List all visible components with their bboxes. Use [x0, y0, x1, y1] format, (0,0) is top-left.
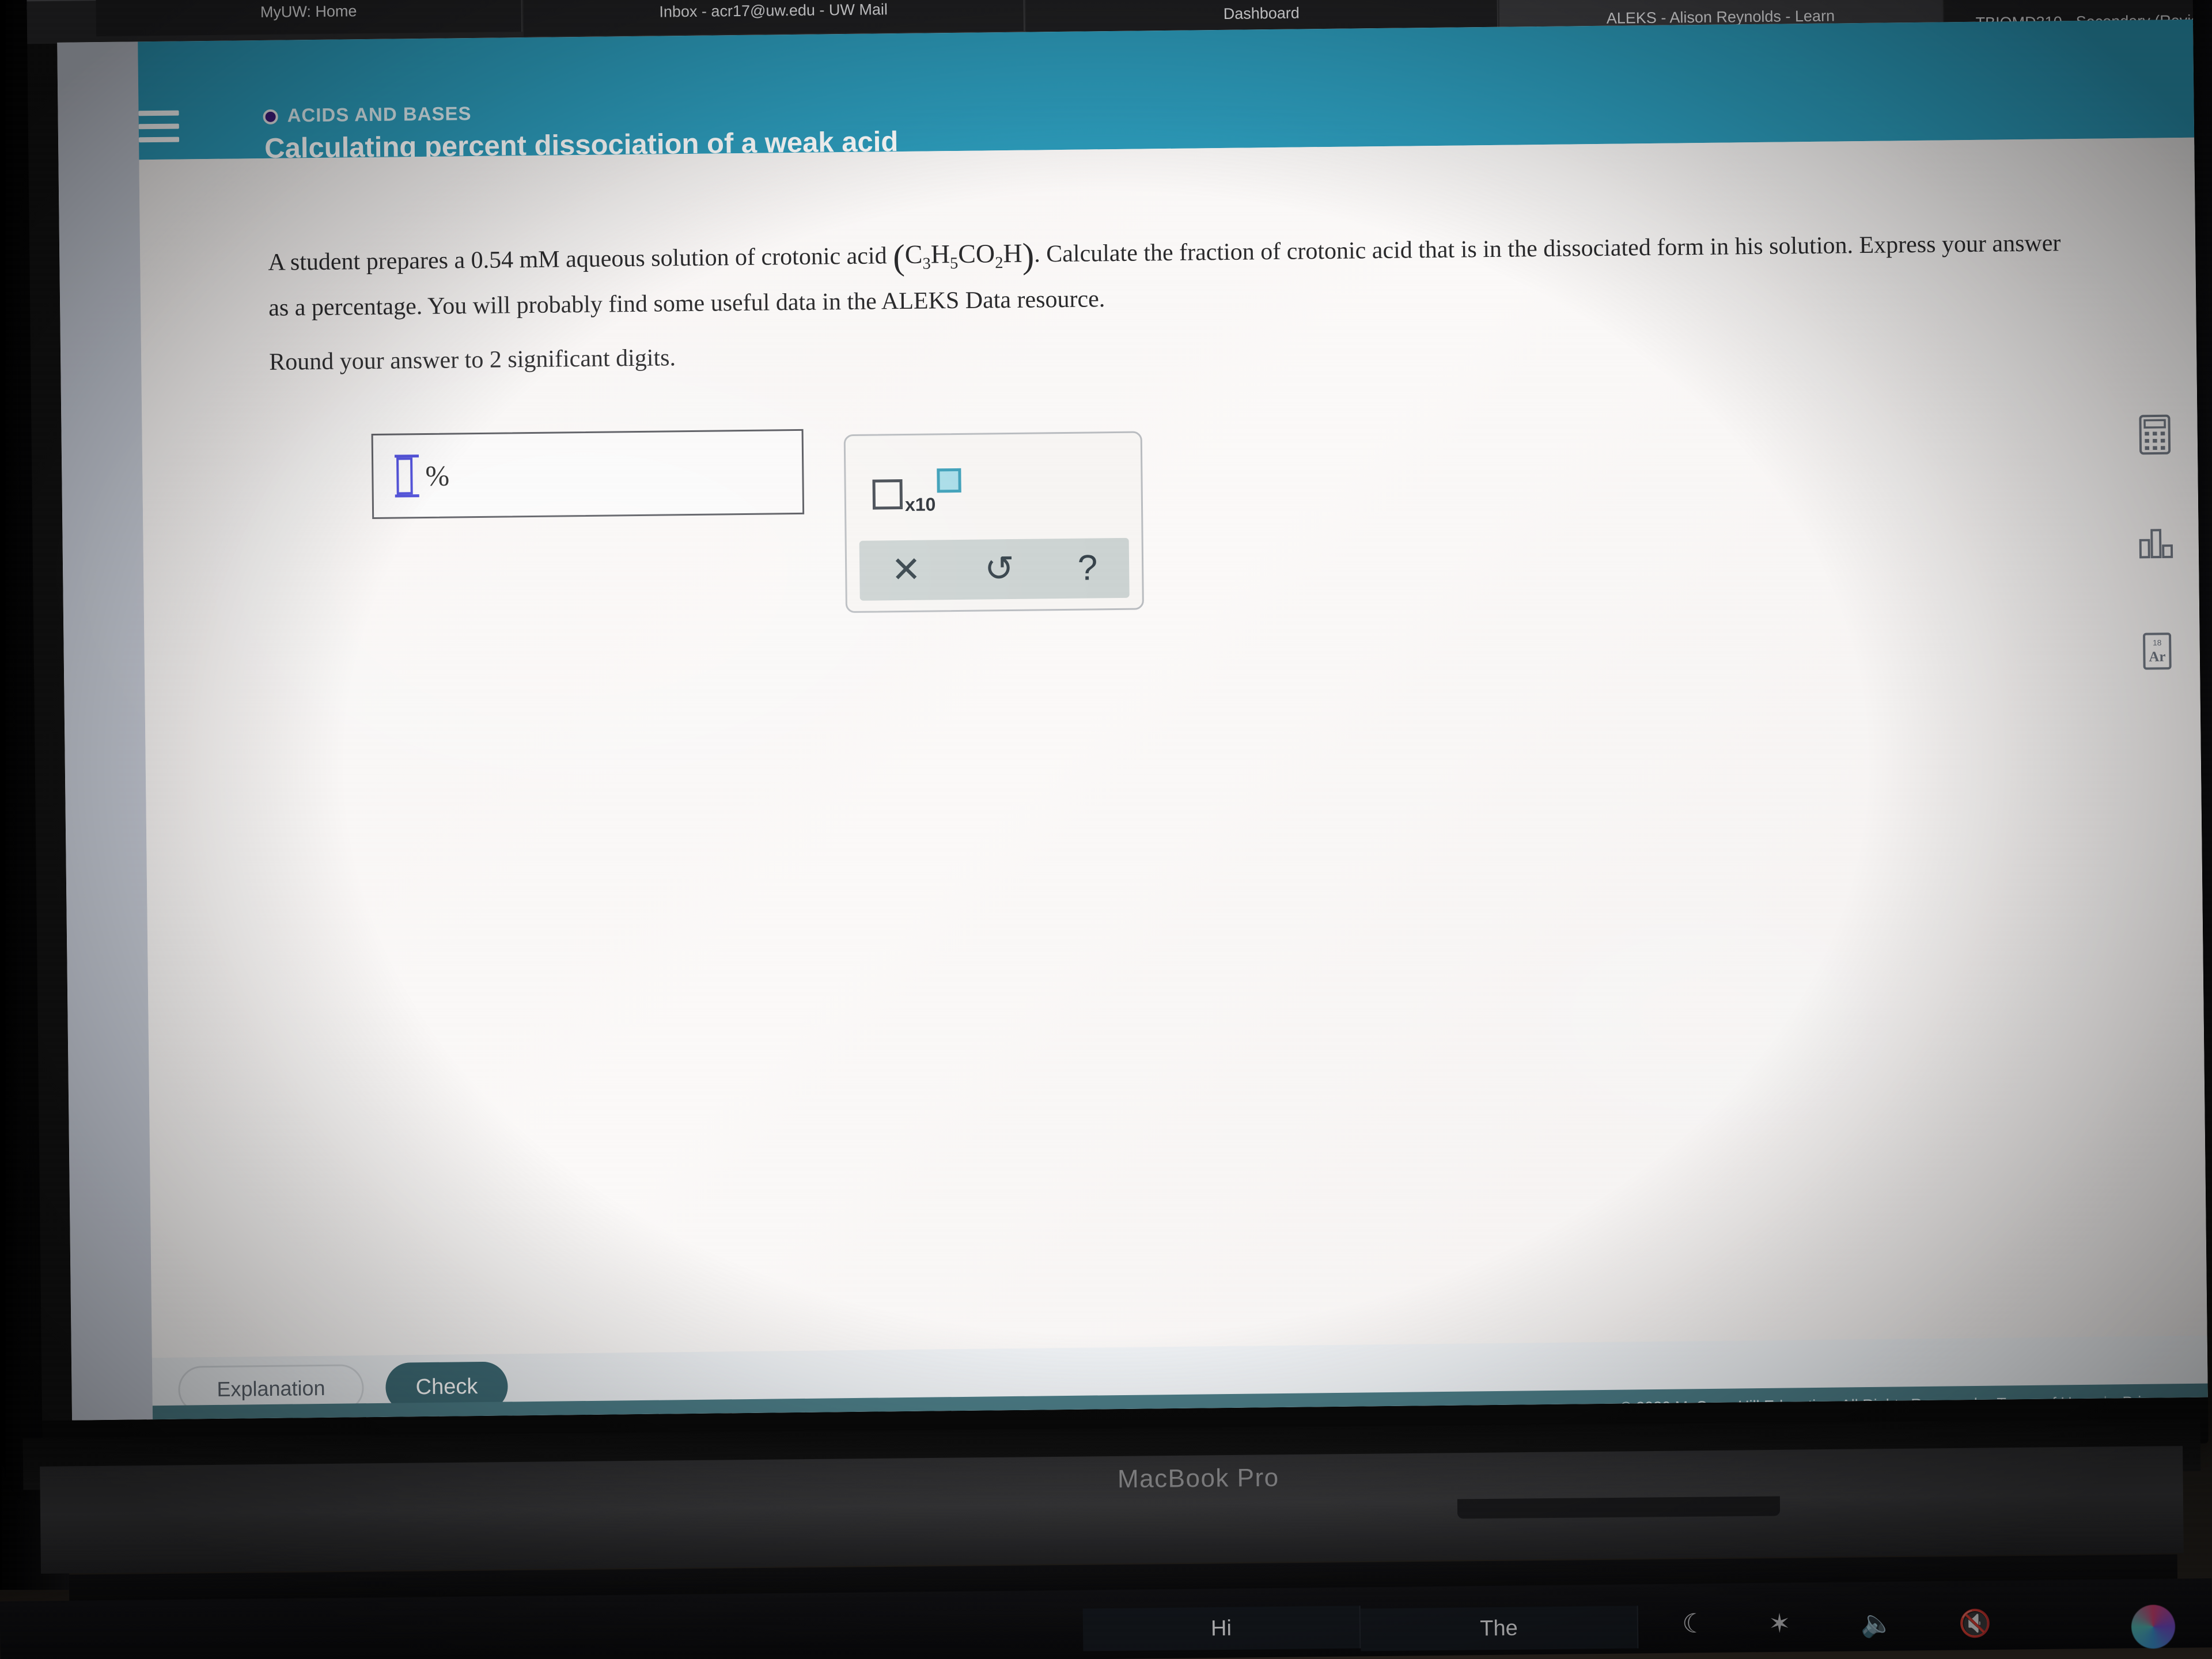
sig-digits-value: 2	[489, 346, 502, 373]
text-caret	[396, 457, 413, 495]
concentration-units: mM	[513, 246, 560, 274]
resource-rail: 18 Ar	[2136, 414, 2176, 672]
rounding-instruction: Round your answer to 2 significant digit…	[269, 344, 676, 376]
answer-input[interactable]: %	[371, 429, 805, 519]
toolbox-button-row: ✕ ↺ ?	[859, 537, 1130, 601]
macbook-pro-label: MacBook Pro	[1117, 1463, 1279, 1494]
question-line1-b: aqueous solution of crotonic acid	[559, 243, 893, 273]
question-canvas: A student prepares a 0.54 mM aqueous sol…	[139, 137, 2207, 1358]
hamburger-menu-icon[interactable]	[138, 110, 180, 145]
touchbar-suggestion-hi[interactable]: Hi	[1082, 1605, 1361, 1652]
laptop-photograph: www.aleks.com ↻ MyUW: Home Inbox - acr17…	[0, 0, 2212, 1659]
math-toolbox: x10 ✕ ↺ ?	[843, 431, 1144, 613]
browser-tab-uwmail[interactable]: Inbox - acr17@uw.edu - UW Mail	[523, 0, 1025, 37]
topic-label: ACIDS AND BASES	[287, 103, 472, 126]
undo-icon[interactable]: ↺	[984, 549, 1015, 589]
calculator-icon[interactable]	[2136, 414, 2173, 455]
help-icon[interactable]: ?	[1077, 548, 1097, 588]
clear-icon[interactable]: ✕	[891, 550, 922, 590]
laptop-deck	[40, 1446, 2184, 1574]
question-line1-a: A student prepares a	[268, 247, 471, 276]
topic-status-dot	[263, 109, 278, 124]
chemical-formula: (C3H5CO2H)	[892, 236, 1035, 278]
question-text: A student prepares a 0.54 mM aqueous sol…	[268, 219, 2083, 326]
data-chart-icon[interactable]	[2137, 522, 2175, 563]
background-window-strip	[57, 41, 153, 1421]
periodic-table-icon[interactable]: 18 Ar	[2138, 631, 2176, 672]
laptop-opening-notch	[1457, 1496, 1781, 1519]
svg-text:18: 18	[2153, 638, 2162, 647]
percent-unit-label: %	[425, 459, 450, 492]
concentration-value: 0.54	[471, 247, 514, 274]
round-suffix: significant digits.	[501, 344, 676, 373]
aleks-application: ACIDS AND BASES Calculating percent diss…	[57, 19, 2208, 1421]
question-line1-c: . Calculate the fraction of crotonic aci…	[1033, 233, 1763, 268]
sci-x10-label: x10	[904, 494, 936, 515]
svg-text:Ar: Ar	[2149, 649, 2165, 665]
moon-icon[interactable]: ☾	[1682, 1608, 1706, 1638]
sci-base-box	[872, 479, 903, 510]
round-prefix: Round your answer to	[268, 346, 490, 376]
volume-icon[interactable]: 🔈	[1861, 1608, 1894, 1639]
screen-content: www.aleks.com ↻ MyUW: Home Inbox - acr17…	[26, 0, 2208, 1421]
browser-tab-myuw[interactable]: MyUW: Home	[96, 0, 523, 37]
brightness-icon[interactable]: ✶	[1768, 1608, 1791, 1638]
touchbar-suggestion-the[interactable]: The	[1360, 1605, 1639, 1652]
sci-exponent-box	[937, 468, 961, 493]
siri-icon[interactable]	[2131, 1604, 2176, 1649]
sci-notation-icon[interactable]: x10	[872, 468, 961, 515]
laptop-screen-assembly: www.aleks.com ↻ MyUW: Home Inbox - acr17…	[26, 0, 2209, 1467]
mute-icon[interactable]: 🔇	[1959, 1608, 1992, 1639]
